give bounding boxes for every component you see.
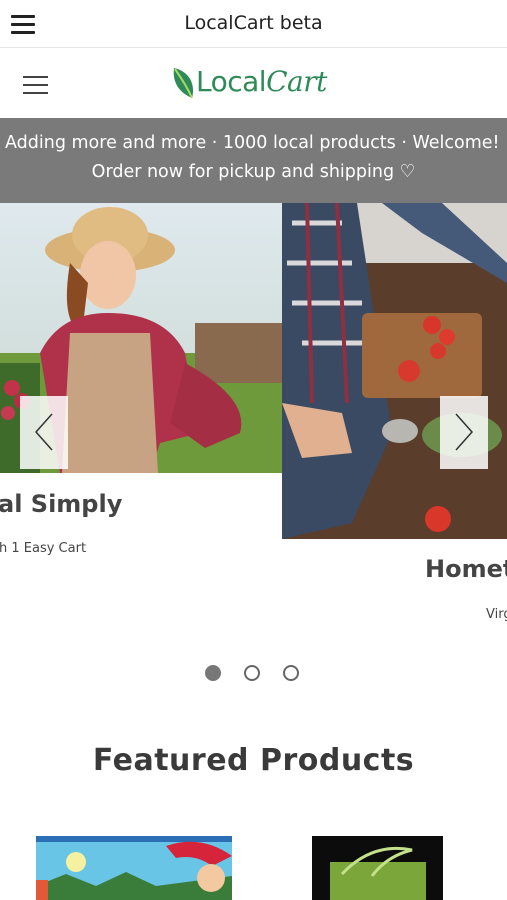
logo-text-cart: Cart [266, 65, 327, 98]
carousel-prev-button[interactable] [20, 396, 68, 469]
slide-subtitle: h 1 Easy Cart [0, 541, 87, 556]
announcement-bar: Adding more and more · 1000 local produc… [0, 118, 507, 203]
carousel-dot-2[interactable] [244, 665, 260, 681]
featured-product-card[interactable] [36, 836, 232, 900]
logo-text-local: Local [196, 65, 267, 98]
app-bar: LocalCart beta [0, 0, 507, 48]
carousel-dot-3[interactable] [283, 665, 299, 681]
hero-carousel[interactable]: al Simply h 1 Easy Cart Homet Virg [0, 203, 507, 643]
chopping-board-image [282, 203, 507, 539]
logo-wordmark: LocalCart [196, 65, 327, 98]
announcement-line-2: Order now for pickup and shipping ♡ [91, 162, 416, 182]
announcement-line-1: Adding more and more · 1000 local produc… [5, 133, 507, 153]
app-title: LocalCart beta [184, 12, 323, 34]
chevron-left-icon [34, 413, 53, 451]
site-menu-icon[interactable] [23, 74, 49, 94]
carousel-slide[interactable]: al Simply h 1 Easy Cart [0, 203, 282, 643]
site-header: LocalCart [0, 48, 507, 118]
chevron-right-icon [455, 413, 474, 451]
product-image-logo [312, 836, 443, 900]
carousel-next-button[interactable] [440, 396, 488, 469]
product-image-illustration [36, 836, 232, 900]
carousel-dots [205, 665, 305, 685]
leaf-logo-icon [173, 68, 194, 99]
featured-product-card[interactable] [312, 836, 443, 900]
featured-products-heading: Featured Products [92, 743, 415, 778]
carousel-slide[interactable]: Homet Virg [282, 203, 507, 643]
slide-title: al Simply [0, 490, 123, 518]
carousel-dot-1[interactable] [205, 665, 221, 681]
localcart-logo[interactable]: LocalCart [170, 61, 340, 103]
slide-subtitle: Virg [486, 607, 507, 622]
slide-title: Homet [425, 555, 507, 583]
